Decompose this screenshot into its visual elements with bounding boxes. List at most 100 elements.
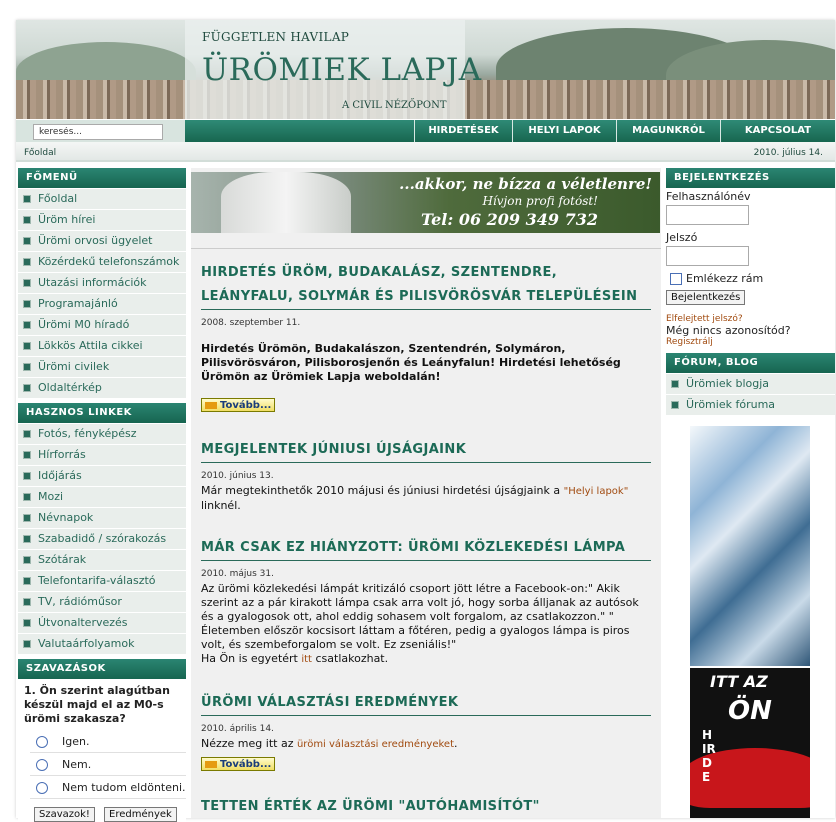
article-title[interactable]: MEGJELENTEK JÚNIUSI ÚJSÁGJAINK	[201, 438, 651, 463]
useful-link-item[interactable]: Szótárak	[18, 550, 186, 571]
article-text: Nézze meg itt az	[201, 737, 297, 750]
main-menu-item[interactable]: Ürömi civilek	[18, 357, 186, 378]
main-menu-item[interactable]: Lökkös Attila cikkei	[18, 336, 186, 357]
breadcrumb-bar: Főoldal 2010. július 14.	[16, 142, 835, 162]
read-more-button[interactable]: Tovább...	[201, 398, 276, 412]
useful-link-item[interactable]: Névnapok	[18, 508, 186, 529]
register-link[interactable]: Regisztrálj	[666, 337, 835, 347]
main-menu-item[interactable]: Közérdekű telefonszámok	[18, 252, 186, 273]
nav-magunkrol[interactable]: MAGUNKRÓL	[616, 120, 720, 142]
main-menu-label: Ürömi M0 híradó	[38, 318, 130, 331]
nav-helyi-lapok[interactable]: HELYI LAPOK	[512, 120, 616, 142]
article-date: 2010. június 13.	[201, 471, 274, 481]
password-field[interactable]	[666, 246, 749, 266]
forum-label: Ürömiek blogja	[686, 377, 770, 390]
useful-link-item[interactable]: Fotós, fényképész	[18, 424, 186, 445]
username-field[interactable]	[666, 205, 749, 225]
bullet-icon	[23, 258, 31, 266]
article-text: csatlakozhat.	[311, 652, 389, 665]
main-menu-item[interactable]: Oldaltérkép	[18, 378, 186, 399]
read-more-label: Tovább...	[220, 400, 272, 411]
useful-link-item[interactable]: Hírforrás	[18, 445, 186, 466]
poll-option-no[interactable]: Nem.	[30, 753, 186, 776]
radio-button[interactable]	[36, 782, 48, 794]
header-banner: FÜGGETLEN HAVILAP ÜRÖMIEK LAPJA A CIVIL …	[16, 20, 835, 119]
article-title[interactable]: MÁR CSAK EZ HIÁNYZOTT: ÜRÖMI KÖZLEKEDÉSI…	[201, 536, 651, 561]
poll-heading: SZAVAZÁSOK	[18, 659, 186, 679]
main-menu-item[interactable]: Üröm hírei	[18, 210, 186, 231]
photographer-ad-banner[interactable]: ...akkor, ne bízza a véletlenre! Hívjon …	[191, 172, 660, 233]
read-more-button[interactable]: Tovább...	[201, 757, 276, 771]
main-menu-label: Ürömi orvosi ügyelet	[38, 234, 153, 247]
login-heading: BEJELENTKEZÉS	[666, 168, 835, 188]
breadcrumb[interactable]: Főoldal	[24, 148, 56, 158]
article-text: .	[454, 737, 458, 750]
main-menu-label: Lökkös Attila cikkei	[38, 339, 143, 352]
article-body: Ha Ön is egyetért itt csatlakozhat.	[201, 652, 651, 667]
bullet-icon	[23, 300, 31, 308]
results-button[interactable]: Eredmények	[104, 807, 177, 822]
article-date: 2010. április 14.	[201, 724, 274, 734]
bullet-icon	[23, 195, 31, 203]
useful-link-item[interactable]: TV, rádióműsor	[18, 592, 186, 613]
helyi-lapok-link[interactable]: "Helyi lapok"	[564, 486, 629, 497]
main-menu-item[interactable]: Ürömi orvosi ügyelet	[18, 231, 186, 252]
main-menu-item[interactable]: Főoldal	[18, 189, 186, 210]
site-subtitle: FÜGGETLEN HAVILAP	[202, 30, 350, 44]
useful-link-item[interactable]: Valutaárfolyamok	[18, 634, 186, 655]
article-4: ÜRÖMI VÁLASZTÁSI EREDMÉNYEK 2010. áprili…	[201, 691, 651, 771]
banner-line1: ...akkor, ne bízza a véletlenre!	[399, 175, 652, 193]
main-menu-item[interactable]: Utazási információk	[18, 273, 186, 294]
nav-kapcsolat[interactable]: KAPCSOLAT	[720, 120, 835, 142]
useful-links-heading: HASZNOS LINKEK	[18, 403, 186, 423]
useful-link-label: Útvonaltervezés	[38, 616, 128, 629]
site-title[interactable]: ÜRÖMIEK LAPJA	[202, 52, 482, 88]
article-title[interactable]: TETTEN ÉRTÉK AZ ÜRÖMI "AUTÓHAMISÍTÓT"	[201, 795, 651, 818]
username-label: Felhasználónév	[666, 190, 751, 203]
useful-link-label: Időjárás	[38, 469, 82, 482]
bullet-icon	[23, 640, 31, 648]
useful-link-item[interactable]: Szabadidő / szórakozás	[18, 529, 186, 550]
useful-link-label: TV, rádióműsor	[38, 595, 122, 608]
radio-button[interactable]	[36, 759, 48, 771]
useful-link-item[interactable]: Mozi	[18, 487, 186, 508]
election-results-link[interactable]: ürömi választási eredményeket	[297, 739, 454, 750]
article-title[interactable]: ÜRÖMI VÁLASZTÁSI EREDMÉNYEK	[201, 691, 651, 716]
useful-link-item[interactable]: Telefontarifa-választó	[18, 571, 186, 592]
nav-hirdetesek[interactable]: HIRDETÉSEK	[414, 120, 512, 142]
arrow-icon	[205, 402, 217, 409]
main-menu-item[interactable]: Ürömi M0 híradó	[18, 315, 186, 336]
useful-link-label: Telefontarifa-választó	[38, 574, 156, 587]
arrow-icon	[205, 761, 217, 768]
forum-item[interactable]: Ürömiek fóruma	[666, 395, 835, 416]
banner-line2: Hívjon profi fotóst!	[482, 194, 598, 208]
bullet-icon	[23, 451, 31, 459]
article-title[interactable]: HIRDETÉS ÜRÖM, BUDAKALÁSZ, SZENTENDRE, L…	[201, 261, 651, 310]
read-more-label: Tovább...	[220, 759, 272, 770]
itt-link[interactable]: itt	[301, 654, 312, 665]
useful-links: Fotós, fényképész Hírforrás Időjárás Mozi Né…	[18, 424, 186, 655]
main-menu-item[interactable]: Programajánló	[18, 294, 186, 315]
bullet-icon	[23, 535, 31, 543]
advertise-here-banner[interactable]: ITT AZ ÖN HIRDE	[690, 668, 810, 818]
bullet-icon	[23, 342, 31, 350]
vote-button[interactable]: Szavazok!	[34, 807, 95, 822]
article-body: Hirdetés Ürömön, Budakalászon, Szentendr…	[201, 342, 621, 383]
radio-button[interactable]	[36, 736, 48, 748]
building-ad-image[interactable]	[690, 426, 810, 666]
nav-bar: HIRDETÉSEK HELYI LAPOK MAGUNKRÓL KAPCSOL…	[16, 120, 835, 142]
poll-option-label: Igen.	[62, 735, 90, 748]
useful-link-item[interactable]: Időjárás	[18, 466, 186, 487]
forgot-password-link[interactable]: Elfelejtett jelszó?	[666, 314, 835, 324]
poll-option-yes[interactable]: Igen.	[30, 730, 186, 753]
main-menu-label: Főoldal	[38, 192, 78, 205]
search-input[interactable]	[33, 124, 163, 140]
useful-link-item[interactable]: Útvonaltervezés	[18, 613, 186, 634]
bullet-icon	[23, 598, 31, 606]
useful-link-label: Fotós, fényképész	[38, 427, 137, 440]
forum-item[interactable]: Ürömiek blogja	[666, 374, 835, 395]
poll-option-undecided[interactable]: Nem tudom eldönteni.	[30, 776, 186, 799]
login-button[interactable]: Bejelentkezés	[666, 290, 746, 305]
remember-checkbox[interactable]	[670, 273, 682, 285]
article-body: Az ürömi közlekedési lámpát kritizáló cs…	[201, 582, 639, 651]
